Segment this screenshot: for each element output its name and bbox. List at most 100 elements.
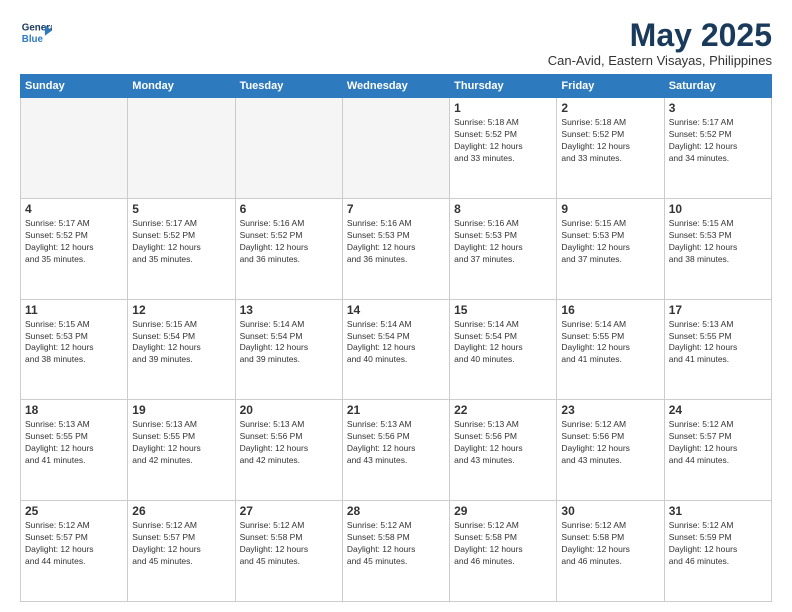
day-number: 26 xyxy=(132,504,230,518)
calendar-cell: 26 Sunrise: 5:12 AM Sunset: 5:57 PM Dayli… xyxy=(128,501,235,602)
day-info: Sunrise: 5:17 AM Sunset: 5:52 PM Dayligh… xyxy=(132,218,230,266)
day-number: 1 xyxy=(454,101,552,115)
day-number: 17 xyxy=(669,303,767,317)
logo-icon: General Blue xyxy=(20,18,52,50)
header: General Blue May 2025 Can-Avid, Eastern … xyxy=(20,18,772,68)
calendar-table: SundayMondayTuesdayWednesdayThursdayFrid… xyxy=(20,74,772,602)
col-header-tuesday: Tuesday xyxy=(235,75,342,98)
day-info: Sunrise: 5:15 AM Sunset: 5:53 PM Dayligh… xyxy=(669,218,767,266)
day-info: Sunrise: 5:16 AM Sunset: 5:53 PM Dayligh… xyxy=(347,218,445,266)
day-info: Sunrise: 5:12 AM Sunset: 5:57 PM Dayligh… xyxy=(669,419,767,467)
day-info: Sunrise: 5:15 AM Sunset: 5:53 PM Dayligh… xyxy=(561,218,659,266)
calendar-cell: 3Sunrise: 5:17 AM Sunset: 5:52 PM Daylig… xyxy=(664,98,771,199)
day-info: Sunrise: 5:16 AM Sunset: 5:52 PM Dayligh… xyxy=(240,218,338,266)
day-info: Sunrise: 5:14 AM Sunset: 5:54 PM Dayligh… xyxy=(347,319,445,367)
calendar-cell: 30Sunrise: 5:12 AM Sunset: 5:58 PM Dayli… xyxy=(557,501,664,602)
day-number: 16 xyxy=(561,303,659,317)
day-info: Sunrise: 5:13 AM Sunset: 5:56 PM Dayligh… xyxy=(454,419,552,467)
day-number: 2 xyxy=(561,101,659,115)
day-info: Sunrise: 5:12 AM Sunset: 5:56 PM Dayligh… xyxy=(561,419,659,467)
day-number: 11 xyxy=(25,303,123,317)
day-info: Sunrise: 5:13 AM Sunset: 5:55 PM Dayligh… xyxy=(132,419,230,467)
day-info: Sunrise: 5:13 AM Sunset: 5:55 PM Dayligh… xyxy=(25,419,123,467)
day-number: 23 xyxy=(561,403,659,417)
day-info: Sunrise: 5:12 AM Sunset: 5:58 PM Dayligh… xyxy=(454,520,552,568)
calendar-cell: 29Sunrise: 5:12 AM Sunset: 5:58 PM Dayli… xyxy=(450,501,557,602)
calendar-cell: 9 Sunrise: 5:15 AM Sunset: 5:53 PM Daylig… xyxy=(557,198,664,299)
col-header-sunday: Sunday xyxy=(21,75,128,98)
calendar-cell: 15 Sunrise: 5:14 AM Sunset: 5:54 PM Dayli… xyxy=(450,299,557,400)
calendar-cell: 31 Sunrise: 5:12 AM Sunset: 5:59 PM Dayli… xyxy=(664,501,771,602)
day-number: 20 xyxy=(240,403,338,417)
main-title: May 2025 xyxy=(548,18,772,53)
day-info: Sunrise: 5:17 AM Sunset: 5:52 PM Dayligh… xyxy=(669,117,767,165)
page: General Blue May 2025 Can-Avid, Eastern … xyxy=(0,0,792,612)
calendar-cell: 7Sunrise: 5:16 AM Sunset: 5:53 PM Daylig… xyxy=(342,198,449,299)
day-number: 6 xyxy=(240,202,338,216)
calendar-cell: 5 Sunrise: 5:17 AM Sunset: 5:52 PM Daylig… xyxy=(128,198,235,299)
day-info: Sunrise: 5:12 AM Sunset: 5:58 PM Dayligh… xyxy=(347,520,445,568)
calendar-cell xyxy=(342,98,449,199)
week-row-4: 18 Sunrise: 5:13 AM Sunset: 5:55 PM Dayli… xyxy=(21,400,772,501)
calendar-cell xyxy=(128,98,235,199)
day-number: 31 xyxy=(669,504,767,518)
calendar-cell: 17Sunrise: 5:13 AM Sunset: 5:55 PM Dayli… xyxy=(664,299,771,400)
svg-text:Blue: Blue xyxy=(22,34,44,45)
day-info: Sunrise: 5:15 AM Sunset: 5:54 PM Dayligh… xyxy=(132,319,230,367)
calendar-cell: 8 Sunrise: 5:16 AM Sunset: 5:53 PM Daylig… xyxy=(450,198,557,299)
col-header-friday: Friday xyxy=(557,75,664,98)
day-info: Sunrise: 5:12 AM Sunset: 5:58 PM Dayligh… xyxy=(240,520,338,568)
day-info: Sunrise: 5:13 AM Sunset: 5:56 PM Dayligh… xyxy=(240,419,338,467)
calendar-cell: 23 Sunrise: 5:12 AM Sunset: 5:56 PM Dayli… xyxy=(557,400,664,501)
calendar-cell: 4 Sunrise: 5:17 AM Sunset: 5:52 PM Daylig… xyxy=(21,198,128,299)
day-number: 25 xyxy=(25,504,123,518)
day-number: 18 xyxy=(25,403,123,417)
day-info: Sunrise: 5:12 AM Sunset: 5:57 PM Dayligh… xyxy=(25,520,123,568)
day-number: 9 xyxy=(561,202,659,216)
day-number: 30 xyxy=(561,504,659,518)
logo: General Blue xyxy=(20,18,52,50)
calendar-cell: 19Sunrise: 5:13 AM Sunset: 5:55 PM Dayli… xyxy=(128,400,235,501)
day-info: Sunrise: 5:16 AM Sunset: 5:53 PM Dayligh… xyxy=(454,218,552,266)
calendar-cell: 20 Sunrise: 5:13 AM Sunset: 5:56 PM Dayli… xyxy=(235,400,342,501)
calendar-cell: 6 Sunrise: 5:16 AM Sunset: 5:52 PM Daylig… xyxy=(235,198,342,299)
calendar-cell: 18 Sunrise: 5:13 AM Sunset: 5:55 PM Dayli… xyxy=(21,400,128,501)
day-number: 12 xyxy=(132,303,230,317)
day-info: Sunrise: 5:14 AM Sunset: 5:54 PM Dayligh… xyxy=(454,319,552,367)
week-row-1: 1Sunrise: 5:18 AM Sunset: 5:52 PM Daylig… xyxy=(21,98,772,199)
calendar-cell: 27 Sunrise: 5:12 AM Sunset: 5:58 PM Dayli… xyxy=(235,501,342,602)
calendar-cell: 2Sunrise: 5:18 AM Sunset: 5:52 PM Daylig… xyxy=(557,98,664,199)
day-info: Sunrise: 5:15 AM Sunset: 5:53 PM Dayligh… xyxy=(25,319,123,367)
day-number: 15 xyxy=(454,303,552,317)
day-number: 28 xyxy=(347,504,445,518)
col-header-wednesday: Wednesday xyxy=(342,75,449,98)
calendar-cell: 12 Sunrise: 5:15 AM Sunset: 5:54 PM Dayli… xyxy=(128,299,235,400)
calendar-cell: 24 Sunrise: 5:12 AM Sunset: 5:57 PM Dayli… xyxy=(664,400,771,501)
week-row-3: 11 Sunrise: 5:15 AM Sunset: 5:53 PM Dayli… xyxy=(21,299,772,400)
day-info: Sunrise: 5:14 AM Sunset: 5:54 PM Dayligh… xyxy=(240,319,338,367)
day-number: 21 xyxy=(347,403,445,417)
day-info: Sunrise: 5:13 AM Sunset: 5:56 PM Dayligh… xyxy=(347,419,445,467)
day-number: 24 xyxy=(669,403,767,417)
day-number: 14 xyxy=(347,303,445,317)
calendar-cell xyxy=(235,98,342,199)
col-header-thursday: Thursday xyxy=(450,75,557,98)
calendar-cell: 13 Sunrise: 5:14 AM Sunset: 5:54 PM Dayli… xyxy=(235,299,342,400)
calendar-cell: 25 Sunrise: 5:12 AM Sunset: 5:57 PM Dayli… xyxy=(21,501,128,602)
subtitle: Can-Avid, Eastern Visayas, Philippines xyxy=(548,53,772,68)
day-info: Sunrise: 5:17 AM Sunset: 5:52 PM Dayligh… xyxy=(25,218,123,266)
day-info: Sunrise: 5:12 AM Sunset: 5:59 PM Dayligh… xyxy=(669,520,767,568)
day-number: 4 xyxy=(25,202,123,216)
col-header-monday: Monday xyxy=(128,75,235,98)
week-row-5: 25 Sunrise: 5:12 AM Sunset: 5:57 PM Dayli… xyxy=(21,501,772,602)
day-number: 8 xyxy=(454,202,552,216)
day-number: 27 xyxy=(240,504,338,518)
title-area: May 2025 Can-Avid, Eastern Visayas, Phil… xyxy=(548,18,772,68)
calendar-cell: 28 Sunrise: 5:12 AM Sunset: 5:58 PM Dayli… xyxy=(342,501,449,602)
day-number: 5 xyxy=(132,202,230,216)
day-number: 13 xyxy=(240,303,338,317)
day-number: 22 xyxy=(454,403,552,417)
calendar-cell: 14 Sunrise: 5:14 AM Sunset: 5:54 PM Dayli… xyxy=(342,299,449,400)
header-row: SundayMondayTuesdayWednesdayThursdayFrid… xyxy=(21,75,772,98)
day-info: Sunrise: 5:12 AM Sunset: 5:57 PM Dayligh… xyxy=(132,520,230,568)
